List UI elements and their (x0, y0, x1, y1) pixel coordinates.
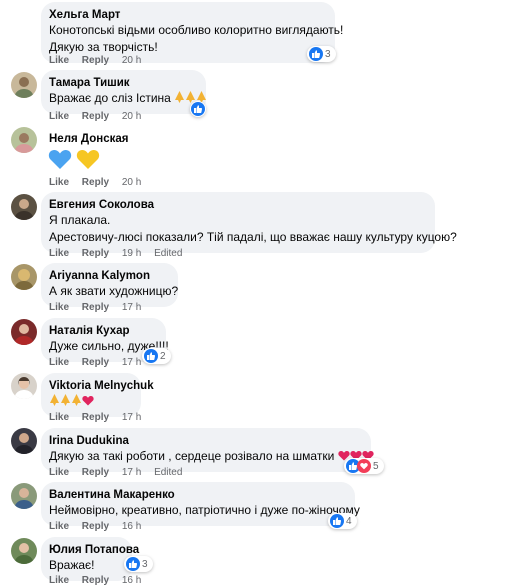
comment-text: Неймовірно, креативно, патріотично і дуж… (49, 503, 360, 517)
timestamp[interactable]: 17 h (122, 467, 141, 478)
like-link[interactable]: Like (49, 177, 69, 188)
comment-bubble: Хельга Март Конотопські відьми особливо … (41, 2, 344, 63)
timestamp[interactable]: 16 h (122, 521, 141, 532)
comment-actions: Like Reply 20 h (49, 111, 151, 123)
comment-author[interactable]: Irina Dudukina (49, 434, 362, 448)
edited-label: Edited (154, 248, 183, 259)
comment-author[interactable]: Viktoria Melnychuk (49, 379, 154, 393)
reaction-summary[interactable]: 5 (344, 458, 384, 474)
like-icon (126, 557, 140, 571)
comment-author[interactable]: Валентина Макаренко (49, 488, 346, 502)
avatar[interactable] (11, 127, 37, 153)
comment-actions: Like Reply 20 h (49, 55, 151, 67)
like-link[interactable]: Like (49, 521, 69, 532)
folded-hands-icon (175, 91, 185, 103)
timestamp[interactable]: 17 h (122, 357, 141, 368)
avatar[interactable] (11, 538, 37, 564)
comment-bubble: Ariyanna Kalymon А як звати художницю? (41, 263, 178, 307)
reply-link[interactable]: Reply (82, 521, 109, 532)
edited-label: Edited (154, 467, 183, 478)
comment-actions: Like Reply 17 h (49, 302, 151, 314)
folded-hands-icon (61, 394, 70, 406)
comment-author[interactable]: Ariyanna Kalymon (49, 269, 169, 283)
timestamp[interactable]: 20 h (122, 55, 141, 66)
comment-author[interactable]: Тамара Тишик (49, 76, 197, 90)
like-link[interactable]: Like (49, 302, 69, 313)
comment-author[interactable]: Евгения Соколова (49, 198, 426, 212)
like-link[interactable]: Like (49, 357, 69, 368)
comment-text: Дякую за такі роботи , сердеце розівало … (49, 448, 374, 465)
reply-link[interactable]: Reply (82, 467, 109, 478)
comment-bubble: Irina Dudukina Дякую за такі роботи , се… (41, 428, 374, 472)
reaction-count: 3 (325, 48, 331, 60)
like-link[interactable]: Like (49, 412, 69, 423)
reaction-count: 3 (142, 558, 148, 570)
comment-author[interactable]: Неля Донская (49, 132, 128, 146)
reaction-count: 5 (373, 460, 379, 472)
comment-text: А як звати художницю? (49, 284, 179, 298)
avatar[interactable] (11, 72, 37, 98)
emoji-comment (48, 148, 100, 175)
avatar[interactable] (11, 483, 37, 509)
reply-link[interactable]: Reply (82, 302, 109, 313)
reply-link[interactable]: Reply (82, 111, 109, 122)
like-icon (330, 514, 344, 528)
like-link[interactable]: Like (49, 111, 69, 122)
like-link[interactable]: Like (49, 467, 69, 478)
comment-author[interactable]: Хельга Март (49, 8, 326, 22)
emoji-line (49, 393, 132, 410)
comment-bubble: Viktoria Melnychuk (41, 373, 154, 417)
like-link[interactable]: Like (49, 55, 69, 66)
comment-text: Арестовичу-люсі показали? Тій падалі, що… (49, 230, 457, 244)
reply-link[interactable]: Reply (82, 55, 109, 66)
reply-link[interactable]: Reply (82, 357, 109, 368)
reaction-summary[interactable]: 4 (328, 513, 357, 529)
comment-actions: Like Reply 17 h Edited (49, 467, 182, 479)
comment-author[interactable]: Наталія Кухар (49, 324, 157, 338)
comment-actions: Like Reply 17 h (49, 412, 151, 424)
avatar[interactable] (11, 428, 37, 454)
comment-actions: Like Reply 17 h (49, 357, 151, 369)
timestamp[interactable]: 20 h (122, 111, 141, 122)
reaction-count: 2 (160, 350, 166, 362)
reply-link[interactable]: Reply (82, 412, 109, 423)
comment-author[interactable]: Юлия Потапова (49, 543, 139, 557)
reaction-count: 4 (346, 515, 352, 527)
folded-hands-icon (72, 394, 81, 406)
comment-bubble: Тамара Тишик Вражає до сліз Істина (41, 70, 207, 114)
comment-text: Вражає до сліз Істина (49, 90, 207, 107)
timestamp[interactable]: 17 h (122, 302, 141, 313)
reaction-summary[interactable]: 3 (124, 556, 153, 572)
timestamp[interactable]: 17 h (122, 412, 141, 423)
like-icon (309, 47, 323, 61)
comment-actions: Like Reply 20 h (49, 177, 151, 189)
reply-link[interactable]: Reply (82, 248, 109, 259)
avatar[interactable] (11, 194, 37, 220)
love-icon (357, 459, 371, 473)
reaction-summary[interactable]: 3 (307, 46, 336, 62)
reply-link[interactable]: Reply (82, 177, 109, 188)
reaction-summary[interactable] (190, 101, 206, 117)
timestamp[interactable]: 20 h (122, 177, 141, 188)
red-heart-icon (82, 395, 94, 406)
comment-text: Дякую за творчість! (49, 40, 158, 54)
yellow-heart-icon (77, 149, 100, 169)
like-icon (191, 102, 205, 116)
comment-text: Дуже сильно, дуже!!!! (49, 339, 169, 353)
blue-heart-icon (48, 149, 72, 169)
avatar[interactable] (11, 373, 37, 399)
avatar[interactable] (11, 319, 37, 345)
comment-bubble: Евгения Соколова Я плакала. Арестовичу-л… (41, 192, 457, 253)
comment-actions: Like Reply 16 h (49, 521, 151, 533)
folded-hands-icon (50, 394, 59, 406)
comment-actions: Like Reply 19 h Edited (49, 248, 182, 260)
timestamp[interactable]: 19 h (122, 248, 141, 259)
comment-actions: Like Reply 16 h (49, 575, 151, 587)
avatar[interactable] (11, 264, 37, 290)
comment-text: Конотопські відьми особливо колоритно ви… (49, 23, 344, 37)
like-link[interactable]: Like (49, 248, 69, 259)
comment-bubble: Валентина Макаренко Неймовірно, креативн… (41, 482, 360, 526)
comment-text: Я плакала. (49, 213, 111, 227)
comment-text: Вражає! (49, 558, 95, 572)
